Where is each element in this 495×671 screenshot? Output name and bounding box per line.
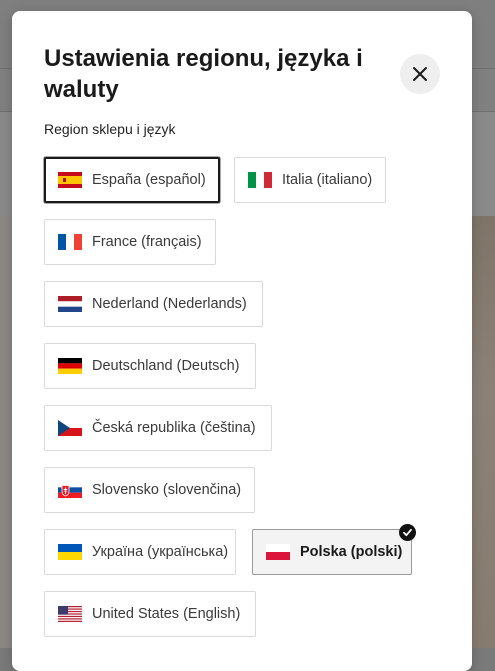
option-label: United States (English)	[92, 606, 241, 622]
option-france[interactable]: France (français)	[44, 219, 216, 265]
flag-czech-icon	[58, 420, 82, 436]
flag-france-icon	[58, 234, 82, 250]
region-language-dialog: Ustawienia regionu, języka i waluty Regi…	[12, 11, 472, 671]
option-label: España (español)	[92, 172, 206, 188]
option-label: Italia (italiano)	[282, 172, 373, 188]
option-label: Україна (українська)	[92, 544, 229, 560]
section-label: Region sklepu i język	[44, 121, 176, 137]
option-italy[interactable]: Italia (italiano)	[234, 157, 386, 203]
close-button[interactable]	[400, 54, 440, 94]
selected-check-icon	[399, 524, 416, 541]
option-czech[interactable]: Česká republika (čeština)	[44, 405, 272, 451]
option-poland[interactable]: Polska (polski)	[252, 529, 412, 575]
option-label: Slovensko (slovenčina)	[92, 482, 242, 498]
option-label: Deutschland (Deutsch)	[92, 358, 240, 374]
option-netherlands[interactable]: Nederland (Nederlands)	[44, 281, 263, 327]
flag-usa-icon	[58, 606, 82, 622]
flag-ukraine-icon	[58, 544, 82, 560]
option-usa[interactable]: United States (English)	[44, 591, 256, 637]
flag-germany-icon	[58, 358, 82, 374]
option-ukraine[interactable]: Україна (українська)	[44, 529, 236, 575]
flag-italy-icon	[248, 172, 272, 188]
option-label: Česká republika (čeština)	[92, 420, 256, 436]
option-germany[interactable]: Deutschland (Deutsch)	[44, 343, 256, 389]
close-icon	[413, 67, 427, 81]
option-label: Polska (polski)	[300, 544, 403, 560]
option-slovakia[interactable]: Slovensko (slovenčina)	[44, 467, 255, 513]
flag-poland-icon	[266, 544, 290, 560]
option-label: Nederland (Nederlands)	[92, 296, 247, 312]
option-spain[interactable]: España (español)	[44, 157, 220, 203]
option-label: France (français)	[92, 234, 202, 250]
dialog-title: Ustawienia regionu, języka i waluty	[44, 45, 363, 103]
flag-slovakia-icon	[58, 482, 82, 498]
flag-spain-icon	[58, 172, 82, 188]
flag-netherlands-icon	[58, 296, 82, 312]
